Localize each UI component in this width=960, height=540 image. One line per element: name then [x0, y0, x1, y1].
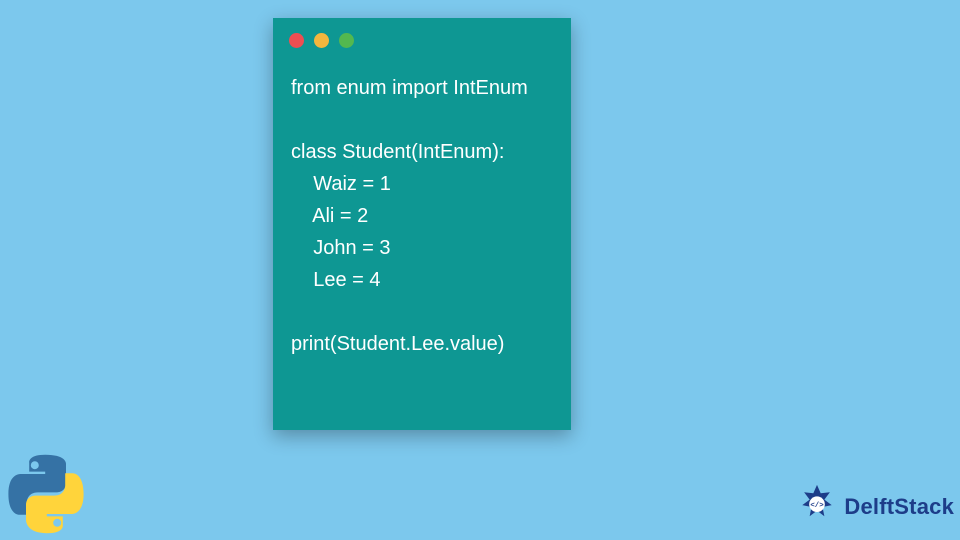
- delftstack-star-icon: </>: [794, 484, 840, 530]
- code-block: from enum import IntEnum class Student(I…: [273, 62, 571, 378]
- delftstack-logo: </> DelftStack: [794, 484, 954, 530]
- delftstack-brand-text: DelftStack: [844, 494, 954, 520]
- window-traffic-lights: [273, 18, 571, 62]
- code-card: from enum import IntEnum class Student(I…: [273, 18, 571, 430]
- svg-text:</>: </>: [811, 502, 825, 510]
- close-icon: [289, 33, 304, 48]
- canvas: from enum import IntEnum class Student(I…: [0, 0, 960, 540]
- minimize-icon: [314, 33, 329, 48]
- maximize-icon: [339, 33, 354, 48]
- python-logo-icon: [2, 450, 90, 538]
